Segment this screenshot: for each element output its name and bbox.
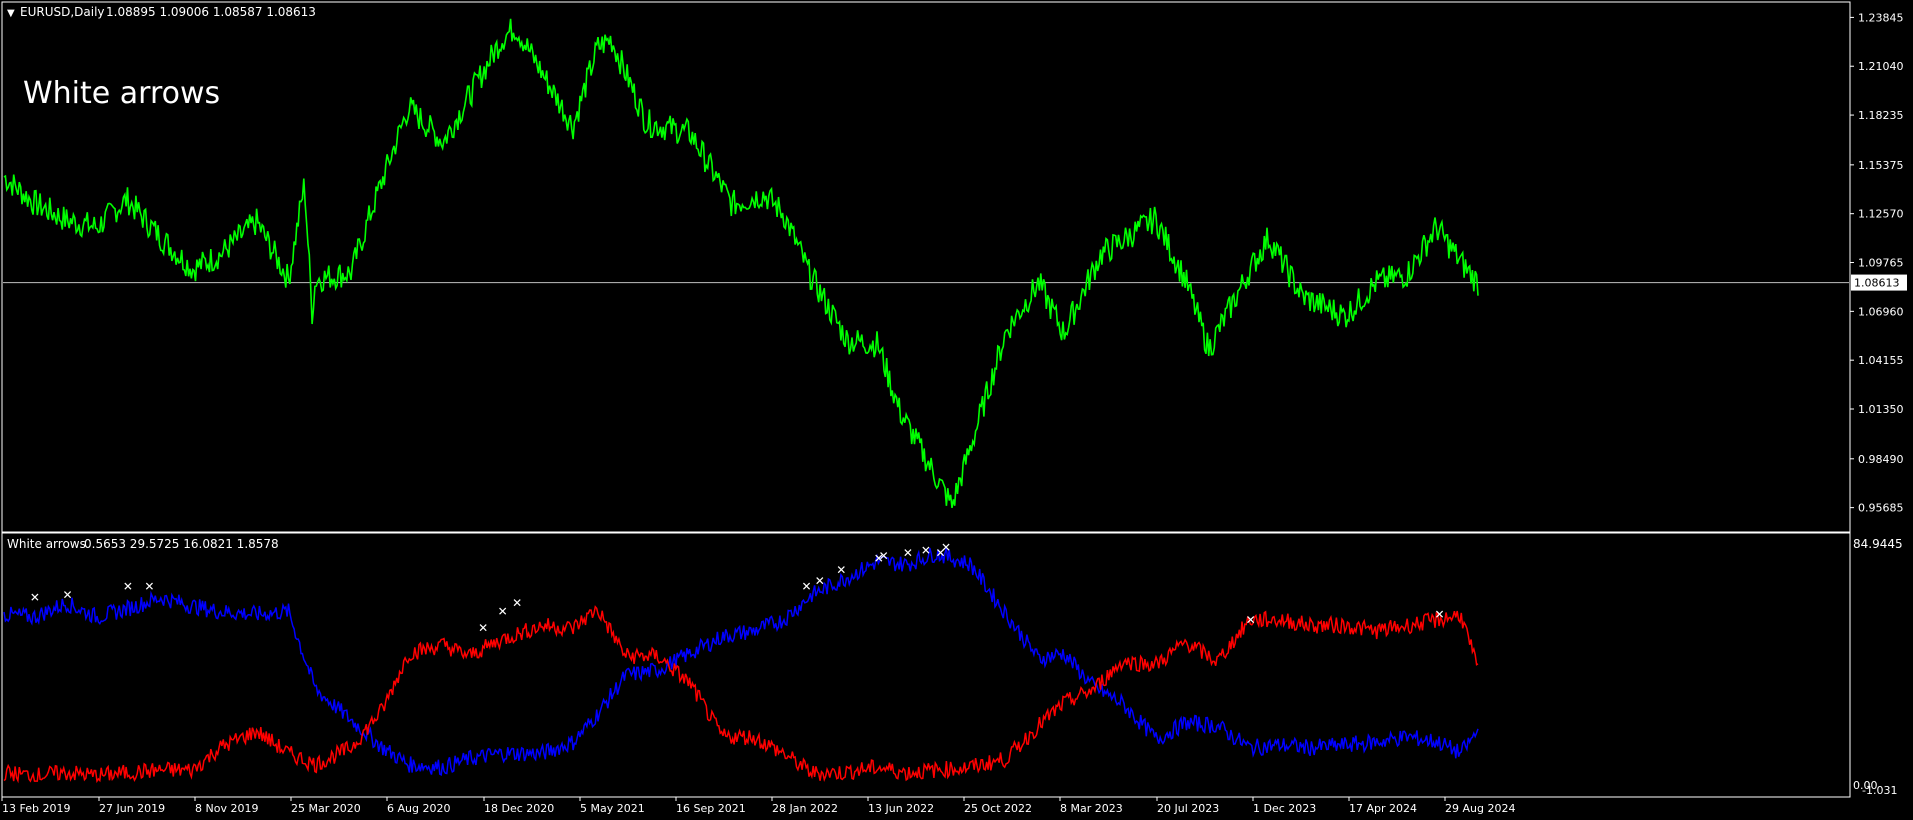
time-tick-label: 18 Dec 2020 <box>484 802 554 815</box>
price-tick-label: 1.23845 <box>1858 11 1904 24</box>
signal-marker: ✕ <box>1246 613 1256 627</box>
price-axis: 1.23845 1.21040 1.18235 1.15375 1.12570 1.097… <box>1850 11 1907 515</box>
time-tick-label: 5 May 2021 <box>580 802 645 815</box>
time-tick-label: 8 Nov 2019 <box>195 802 258 815</box>
time-tick-label: 27 Jun 2019 <box>99 802 165 815</box>
price-tick-label: 1.06960 <box>1858 305 1904 318</box>
time-tick-label: 13 Jun 2022 <box>868 802 934 815</box>
price-series-line <box>3 18 1479 509</box>
signal-marker: ✕ <box>815 574 825 588</box>
indicator-line-blue <box>3 547 1479 777</box>
chart-menu-arrow-icon[interactable]: ▼ <box>7 8 15 19</box>
signal-marker: ✕ <box>62 588 72 602</box>
signal-marker: ✕ <box>30 591 40 605</box>
chart-window: ✕ ✕✕ ✕✕✕✕✕ ✕✕✕✕ ✕ ✕ ✕✕✕ ✕ 1.23845 1.21040 1.18235… <box>1 1 1907 815</box>
time-tick-label: 28 Jan 2022 <box>772 802 838 815</box>
signal-marker: ✕ <box>144 580 154 594</box>
signal-marker: ✕ <box>498 605 508 619</box>
time-tick-label: 25 Mar 2020 <box>291 802 361 815</box>
current-price-label: 1.08613 <box>1854 277 1900 290</box>
signal-marker: ✕ <box>802 580 812 594</box>
time-tick-label: 6 Aug 2020 <box>387 802 450 815</box>
signal-marker: ✕ <box>903 546 913 560</box>
time-tick-label: 16 Sep 2021 <box>676 802 746 815</box>
price-tick-label: 0.95685 <box>1858 502 1904 515</box>
signal-marker: ✕ <box>512 596 522 610</box>
price-tick-label: 1.01350 <box>1858 403 1904 416</box>
sub-panel-frame <box>1 532 1851 798</box>
signal-marker: ✕ <box>941 541 951 555</box>
price-tick-label: 1.04155 <box>1858 354 1904 367</box>
indicator-values: 0.5653 29.5725 16.0821 1.8578 <box>84 537 279 551</box>
time-tick-label: 8 Mar 2023 <box>1060 802 1123 815</box>
signal-marker: ✕ <box>123 580 133 594</box>
price-tick-label: 1.15375 <box>1858 159 1904 172</box>
time-axis: 13 Feb 2019 27 Jun 2019 8 Nov 2019 25 Mar 2… <box>1 797 1515 815</box>
signal-marker: ✕ <box>836 563 846 577</box>
time-tick-label: 25 Oct 2022 <box>964 802 1032 815</box>
indicator-name: White arrows <box>7 537 86 551</box>
time-tick-label: 17 Apr 2024 <box>1349 802 1417 815</box>
sub-axis-min: -1.031 <box>1862 784 1897 797</box>
price-tick-label: 1.21040 <box>1858 60 1904 73</box>
price-tick-label: 0.98490 <box>1858 453 1904 466</box>
symbol-label: EURUSD,Daily <box>20 5 105 19</box>
time-tick-label: 29 Aug 2024 <box>1445 802 1515 815</box>
sub-axis-max: 84.9445 <box>1853 537 1903 551</box>
signal-marker: ✕ <box>1434 607 1444 621</box>
time-tick-label: 20 Jul 2023 <box>1157 802 1219 815</box>
price-plot <box>3 18 1849 509</box>
time-tick-label: 1 Dec 2023 <box>1253 802 1316 815</box>
signal-marker: ✕ <box>921 543 931 557</box>
price-tick-label: 1.09765 <box>1858 257 1904 270</box>
price-tick-label: 1.12570 <box>1858 208 1904 221</box>
ohlc-values: 1.08895 1.09006 1.08587 1.08613 <box>106 5 316 19</box>
indicator-plot: ✕ ✕✕ ✕✕✕✕✕ ✕✕✕✕ ✕ ✕ ✕✕✕ ✕ <box>3 541 1479 784</box>
overlay-title: White arrows <box>23 76 220 111</box>
time-tick-label: 13 Feb 2019 <box>2 802 70 815</box>
price-tick-label: 1.18235 <box>1858 109 1904 122</box>
signal-marker: ✕ <box>879 549 889 563</box>
signal-marker: ✕ <box>478 621 488 635</box>
